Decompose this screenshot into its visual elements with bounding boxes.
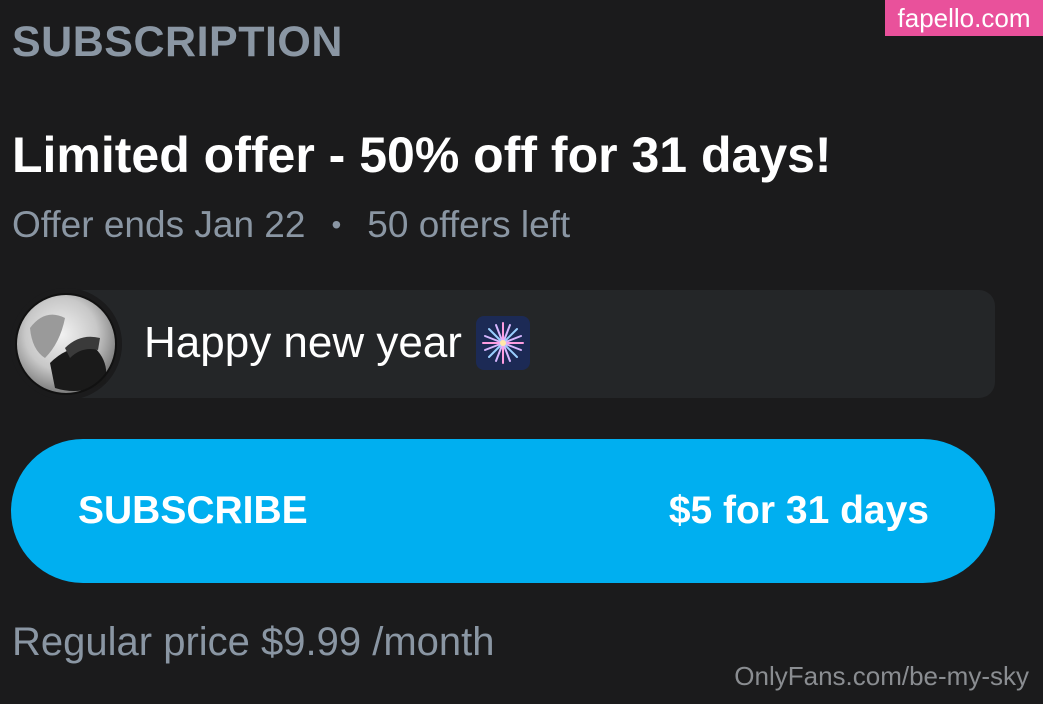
avatar-image (10, 288, 122, 400)
subscribe-label: SUBSCRIBE (78, 489, 308, 532)
watermark-top: fapello.com (885, 0, 1043, 36)
promo-message: Happy new year (144, 316, 530, 370)
avatar[interactable] (10, 288, 122, 400)
fireworks-icon (475, 316, 530, 370)
offer-title: Limited offer - 50% off for 31 days! (12, 127, 832, 183)
offer-end-date: Offer ends Jan 22 (12, 204, 306, 245)
subscribe-button[interactable]: SUBSCRIBE $5 for 31 days (11, 439, 995, 583)
subscription-panel: SUBSCRIPTION fapello.com Limited offer -… (0, 0, 1043, 704)
section-title: SUBSCRIPTION (12, 18, 343, 66)
watermark-bottom: OnlyFans.com/be-my-sky (734, 661, 1029, 691)
offer-meta: Offer ends Jan 22 • 50 offers left (12, 204, 570, 246)
regular-price: Regular price $9.99 /month (12, 620, 495, 664)
offers-left-count: 50 offers left (367, 204, 571, 245)
promo-message-text: Happy new year (144, 318, 462, 367)
subscribe-price: $5 for 31 days (668, 489, 929, 532)
meta-separator: • (331, 209, 342, 240)
